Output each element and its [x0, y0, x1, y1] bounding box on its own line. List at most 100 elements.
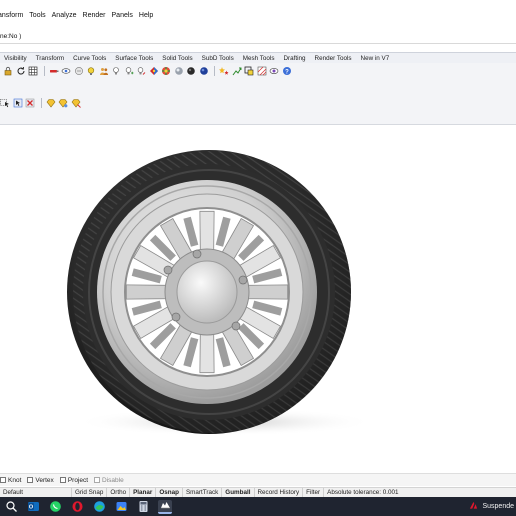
current-layer[interactable]: Default [0, 487, 72, 498]
sphere-blue-icon[interactable] [199, 66, 209, 76]
tab-surface-tools[interactable]: Surface Tools [111, 55, 158, 62]
diamond2-icon[interactable] [58, 98, 68, 108]
divider [0, 43, 516, 44]
arrows-icon[interactable] [232, 66, 242, 76]
tab-subd-tools[interactable]: SubD Tools [198, 55, 239, 62]
planar-toggle[interactable]: Planar [130, 487, 157, 498]
gumball-toggle[interactable]: Gumball [222, 487, 255, 498]
status-bar: Default Grid Snap Ortho Planar Osnap Sma… [0, 487, 516, 498]
osnap-label: Disable [102, 476, 124, 484]
calculator-icon[interactable] [136, 500, 150, 514]
main-toolbar: ? [0, 63, 516, 79]
bulb-icon[interactable] [111, 66, 121, 76]
lamp-icon[interactable] [86, 66, 96, 76]
menu-analyze[interactable]: Analyze [49, 12, 80, 19]
command-history-text: ne:No ) [0, 33, 22, 40]
perspective-viewport[interactable] [0, 126, 516, 462]
command-history: ne:No ) [0, 31, 516, 42]
frame-icon[interactable] [244, 66, 254, 76]
paint-icon[interactable] [49, 66, 59, 76]
osnap-label: Knot [8, 476, 22, 484]
opera-icon[interactable] [70, 500, 84, 514]
menu-render[interactable]: Render [80, 12, 109, 19]
menu-transform[interactable]: ansform [0, 12, 26, 19]
rhino-icon[interactable] [158, 499, 172, 514]
tab-mesh-tools[interactable]: Mesh Tools [239, 55, 280, 62]
center-cap [176, 260, 238, 324]
menu-bar: ansform Tools Analyze Render Panels Help [0, 8, 516, 22]
search-icon[interactable] [4, 500, 18, 514]
project-checkbox[interactable] [59, 477, 66, 483]
whatsapp-icon[interactable] [48, 500, 62, 514]
grid-icon[interactable] [28, 66, 38, 76]
disable-checkbox[interactable] [94, 477, 101, 483]
ortho-toggle[interactable]: Ortho [107, 487, 131, 498]
sphere-dark-icon[interactable] [186, 66, 196, 76]
lug-nut [192, 249, 202, 259]
diamond3-icon[interactable] [71, 98, 81, 108]
outlook-icon[interactable]: O [26, 500, 40, 514]
help-icon[interactable]: ? [282, 66, 292, 76]
secondary-toolbar [0, 95, 516, 111]
lug-nut [231, 321, 241, 331]
eye-icon[interactable] [61, 66, 71, 76]
divider [43, 66, 45, 76]
photos-icon[interactable] [114, 500, 128, 514]
eye2-icon[interactable] [269, 66, 279, 76]
tab-visibility[interactable]: Visibility [0, 55, 32, 62]
osnap-disable[interactable]: Disable [94, 477, 124, 484]
smarttrack-toggle[interactable]: SmartTrack [183, 487, 223, 498]
edge-icon[interactable] [92, 500, 106, 514]
spoke [248, 284, 289, 300]
circle-arrow-icon[interactable] [16, 66, 26, 76]
globe-icon[interactable] [161, 66, 171, 76]
ghost-icon[interactable] [74, 66, 84, 76]
lug-nut [171, 312, 181, 322]
grid-snap-toggle[interactable]: Grid Snap [72, 487, 108, 498]
menu-help[interactable]: Help [136, 12, 156, 19]
osnap-bar: Knot Vertex Project Disable [0, 473, 516, 486]
hatch-icon[interactable] [257, 66, 267, 76]
menu-tools[interactable]: Tools [26, 12, 48, 19]
notification-area[interactable]: Suspende [469, 501, 516, 512]
diamond-icon[interactable] [46, 98, 56, 108]
bulb-plus-icon[interactable] [124, 66, 134, 76]
pointer-icon[interactable] [13, 98, 23, 108]
select-icon[interactable] [0, 98, 10, 108]
toolbar-area [0, 79, 516, 95]
sphere-icon[interactable] [174, 66, 184, 76]
delete-icon[interactable] [25, 98, 35, 108]
svg-text:O: O [28, 505, 33, 511]
tab-transform[interactable]: Transform [32, 55, 69, 62]
osnap-knot[interactable]: Knot [0, 477, 21, 484]
wheel-render [67, 150, 375, 436]
record-history-toggle[interactable]: Record History [255, 487, 304, 498]
osnap-toggle[interactable]: Osnap [156, 487, 183, 498]
lock-icon[interactable] [3, 66, 13, 76]
notification-text: Suspende [482, 503, 514, 510]
tab-solid-tools[interactable]: Solid Tools [158, 55, 197, 62]
lug-nut [238, 275, 248, 285]
knot-checkbox[interactable] [0, 477, 6, 483]
toolbar-area [0, 111, 516, 125]
menu-panels[interactable]: Panels [109, 12, 136, 19]
lug-nut [163, 265, 173, 275]
spoke [199, 210, 215, 251]
osnap-label: Project [67, 476, 89, 484]
filter-toggle[interactable]: Filter [303, 487, 325, 498]
divider [214, 66, 215, 76]
tab-curve-tools[interactable]: Curve Tools [69, 55, 111, 62]
material-icon[interactable] [149, 66, 159, 76]
warning-icon [469, 501, 478, 512]
bulb-arrow-icon[interactable] [136, 66, 146, 76]
tab-render-tools[interactable]: Render Tools [311, 55, 357, 62]
people-icon[interactable] [99, 66, 109, 76]
osnap-vertex[interactable]: Vertex [27, 476, 54, 484]
osnap-label: Vertex [35, 476, 54, 484]
vertex-checkbox[interactable] [27, 477, 34, 483]
tab-new-in-v7[interactable]: New in V7 [357, 55, 395, 62]
divider [40, 98, 42, 108]
osnap-project[interactable]: Project [59, 476, 89, 484]
stars-icon[interactable] [219, 66, 229, 76]
tab-drafting[interactable]: Drafting [279, 55, 310, 62]
